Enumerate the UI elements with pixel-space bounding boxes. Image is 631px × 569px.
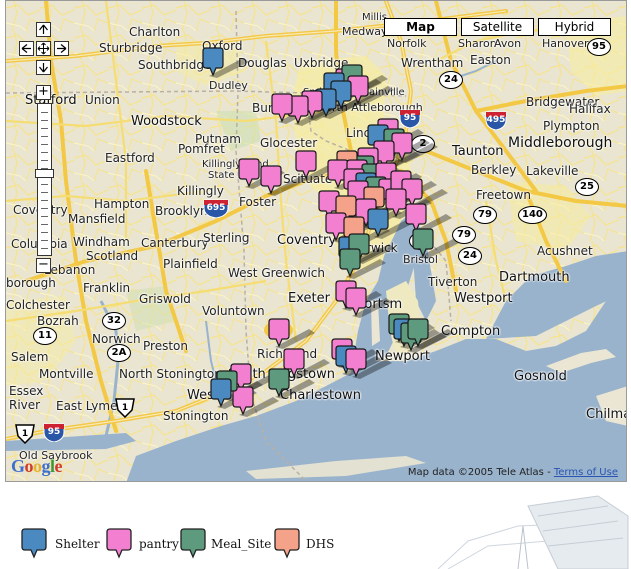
pan-right-button[interactable] [54,41,69,56]
zoom-slider-thumb[interactable] [35,169,54,178]
marker-layer [202,47,459,417]
pan-left-button[interactable] [19,41,34,56]
zoom-slider-track[interactable] [37,103,52,256]
right-arrow-icon [57,44,67,53]
left-arrow-icon [21,44,31,53]
legend-label-shelter: Shelter [55,537,100,551]
pantry-marker-icon [106,528,132,559]
pan-down-button[interactable] [36,60,51,75]
map-type-satellite-button[interactable]: Satellite [461,18,534,36]
google-logo: Google [11,456,63,476]
terms-of-use-link[interactable]: Terms of Use [554,467,618,478]
legend-label-meal-site: Meal_Site [211,537,272,551]
pan-up-button[interactable] [36,22,51,37]
zoom-out-button[interactable]: − [36,258,51,273]
shelter-marker-icon [21,528,47,559]
dhs-marker-icon [274,528,300,559]
legend-label-dhs: DHS [306,537,335,551]
up-arrow-icon [39,24,48,34]
map-type-hybrid-button[interactable]: Hybrid [538,18,611,36]
meal-site-marker-icon [180,528,206,559]
map-type-map-button[interactable]: Map [384,18,457,36]
zoom-in-button[interactable]: + [36,85,51,100]
pan-center-button[interactable] [36,41,51,56]
down-arrow-icon [39,63,48,73]
map-viewport[interactable]: Charlton Sturbridge Southbridge Oxford D… [5,0,627,482]
legend-label-pantry: pantry [139,537,179,551]
decorative-sketch [437,495,629,569]
center-icon [37,42,50,55]
map-attribution: Map data ©2005 Tele Atlas - Terms of Use [408,467,618,478]
attribution-text: Map data ©2005 Tele Atlas - [407,467,554,478]
